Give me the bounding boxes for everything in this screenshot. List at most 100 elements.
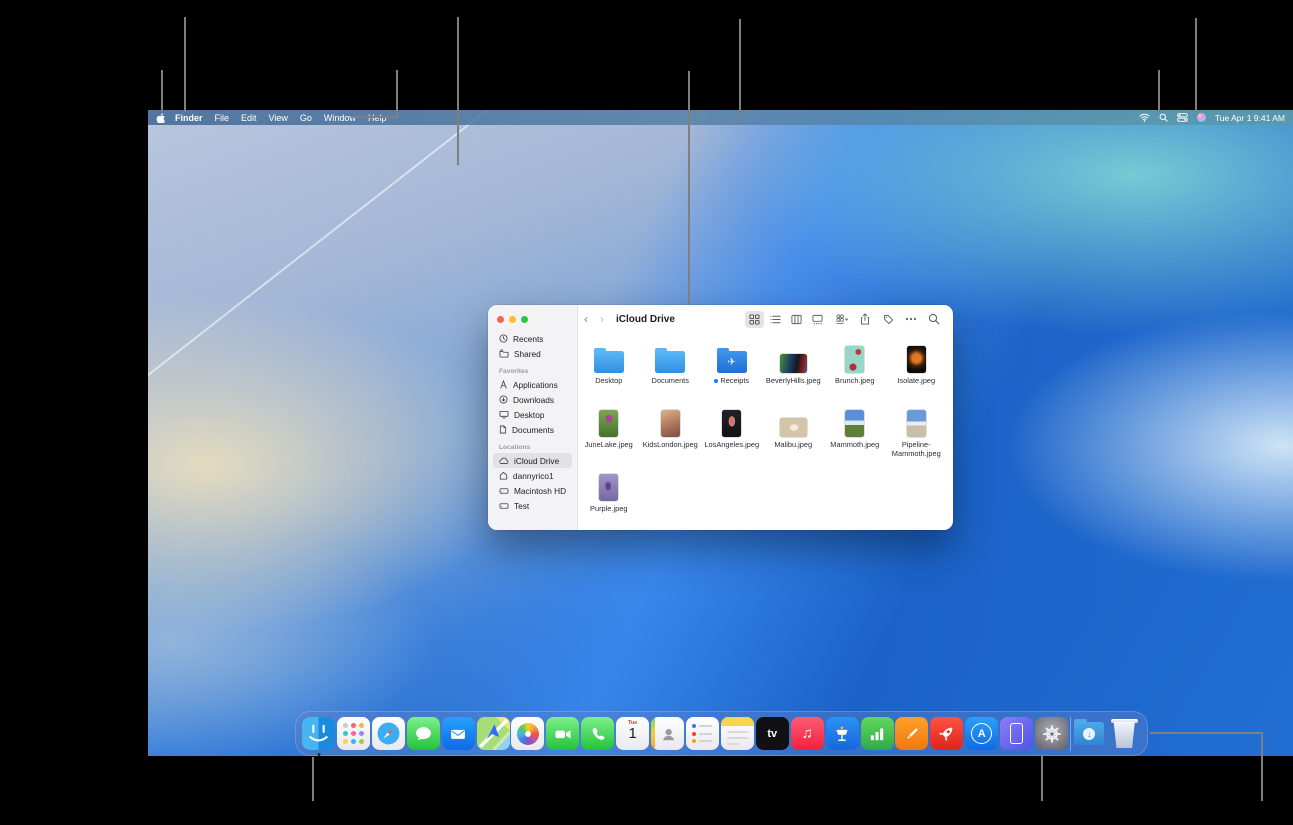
menu-go[interactable]: Go [300,113,312,123]
back-button[interactable]: ‹ [578,312,594,326]
file-documents-folder[interactable]: Documents [640,341,702,405]
dock-finder-icon[interactable] [302,717,335,750]
file-label: Desktop [595,376,622,385]
home-icon [499,471,508,480]
file-grid: Desktop Documents ✈Receipts BeverlyHills… [578,335,947,530]
sidebar-item-applications[interactable]: Applications [493,377,572,392]
dock-launchpad-icon[interactable] [337,717,370,750]
dock-maps-icon[interactable] [477,717,510,750]
file-junelake[interactable]: JuneLake.jpeg [578,405,640,469]
menu-edit[interactable]: Edit [241,113,257,123]
file-label: Malibu.jpeg [774,440,812,449]
sidebar-label: iCloud Drive [514,456,559,466]
apple-logo-icon [156,112,165,123]
file-mammoth[interactable]: Mammoth.jpeg [824,405,886,469]
dock-reminders-icon[interactable] [686,717,719,750]
image-thumbnail [907,410,926,437]
dock-messages-icon[interactable] [407,717,440,750]
document-icon [499,425,507,434]
clock-icon [499,334,508,343]
dock-downloads-folder-icon[interactable]: ↓ [1073,717,1106,750]
wifi-icon[interactable] [1139,113,1150,122]
sidebar-item-icloud-drive[interactable]: iCloud Drive [493,453,572,468]
more-options-icon[interactable] [903,311,919,327]
sidebar-item-test-drive[interactable]: Test [493,498,572,513]
menu-bar-clock[interactable]: Tue Apr 1 9:41 AM [1215,113,1285,123]
file-losangeles[interactable]: LosAngeles.jpeg [701,405,763,469]
spotlight-search-icon[interactable] [1159,113,1168,122]
control-center-icon[interactable] [1177,113,1188,122]
file-beverlyhills[interactable]: BeverlyHills.jpeg [763,341,825,405]
file-receipts-folder[interactable]: ✈Receipts [701,341,763,405]
sidebar-item-macintosh-hd[interactable]: Macintosh HD [493,483,572,498]
sidebar-section-favorites: Favorites [488,361,577,377]
sidebar-item-desktop[interactable]: Desktop [493,407,572,422]
menu-file[interactable]: File [215,113,230,123]
icon-view-button[interactable] [745,311,764,328]
dock-app-store-icon[interactable]: A [965,717,998,750]
calendar-day: 1 [616,725,649,742]
sidebar-item-recents[interactable]: Recents [493,331,572,346]
file-desktop-folder[interactable]: Desktop [578,341,640,405]
dock-system-settings-icon[interactable] [1035,717,1068,750]
window-controls [488,313,577,331]
view-switcher [745,311,827,328]
file-label: Pipeline-Mammoth.jpeg [888,440,944,459]
folder-icon [655,351,685,373]
shared-folder-icon [499,349,509,358]
dock-phone-icon[interactable] [581,717,614,750]
apple-menu[interactable] [156,112,165,123]
menu-view[interactable]: View [269,113,288,123]
sidebar-label: Desktop [514,410,544,420]
dock-numbers-icon[interactable] [861,717,894,750]
siri-icon[interactable] [1197,113,1206,122]
dock-notes-icon[interactable] [721,717,754,750]
sidebar-item-shared[interactable]: Shared [493,346,572,361]
music-note-glyph: ♫ [802,725,813,742]
file-label: Documents [652,376,689,385]
sidebar-item-home[interactable]: dannyrico1 [493,468,572,483]
sidebar-label: Test [514,501,529,511]
hard-drive-icon [499,487,509,495]
file-malibu[interactable]: Malibu.jpeg [763,405,825,469]
minimize-button[interactable] [509,316,516,323]
callout-line-wifi [1158,70,1160,112]
file-purple[interactable]: Purple.jpeg [578,469,640,530]
file-label: Brunch.jpeg [835,376,874,385]
zoom-button[interactable] [521,316,528,323]
dock-calendar-icon[interactable]: Tue1 [616,717,649,750]
file-isolate[interactable]: Isolate.jpeg [886,341,948,405]
hard-drive-icon [499,502,509,510]
sidebar-item-documents[interactable]: Documents [493,422,572,437]
file-pipeline-mammoth[interactable]: Pipeline-Mammoth.jpeg [886,405,948,469]
airplane-glyph: ✈ [717,351,747,373]
share-icon[interactable] [857,311,873,327]
grouping-button[interactable] [834,311,850,327]
forward-button[interactable]: › [594,312,610,326]
dock-iphone-mirroring-icon[interactable] [1000,717,1033,750]
dock-photos-icon[interactable] [511,717,544,750]
list-view-button[interactable] [766,311,785,328]
search-icon[interactable] [926,311,942,327]
download-arrow-glyph: ↓ [1083,728,1095,740]
close-button[interactable] [497,316,504,323]
icloud-icon [499,457,509,465]
tags-icon[interactable] [880,311,896,327]
dock-pages-icon[interactable] [895,717,928,750]
menu-finder[interactable]: Finder [175,113,203,123]
dock-safari-icon[interactable] [372,717,405,750]
file-kidslondon[interactable]: KidsLondon.jpeg [640,405,702,469]
dock-mail-icon[interactable] [442,717,475,750]
dock-facetime-icon[interactable] [546,717,579,750]
sidebar-item-downloads[interactable]: Downloads [493,392,572,407]
file-brunch[interactable]: Brunch.jpeg [824,341,886,405]
dock-tv-icon[interactable]: tv [756,717,789,750]
dock-music-icon[interactable]: ♫ [791,717,824,750]
column-view-button[interactable] [787,311,806,328]
gallery-view-button[interactable] [808,311,827,328]
dock-trash-icon[interactable] [1108,717,1141,750]
callout-line-help-menu-h [352,116,398,118]
dock-contacts-icon[interactable] [651,717,684,750]
dock-keynote-icon[interactable] [826,717,859,750]
dock-rocket-icon[interactable] [930,717,963,750]
